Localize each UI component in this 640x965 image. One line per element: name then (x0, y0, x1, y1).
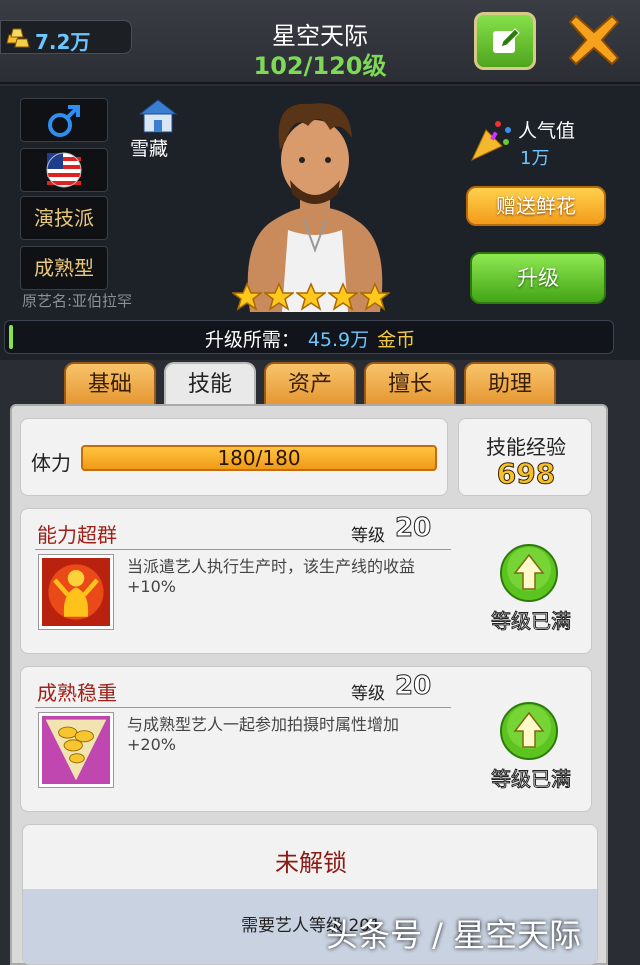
skill-name: 能力超群 (37, 523, 117, 547)
skill-card: 成熟稳重 等级 20 与成熟型艺人一起参加拍摄时属性增加+20% 等级已满 (20, 666, 592, 812)
stamina-value: 180/180 (217, 446, 301, 470)
shelved-icon[interactable] (136, 98, 180, 134)
acting-style-badge: 演技派 (20, 196, 108, 240)
stamina-bar: 180/180 (81, 445, 437, 471)
tab-assistant[interactable]: 助理 (464, 362, 556, 406)
tab-specialty[interactable]: 擅长 (364, 362, 456, 406)
star-icon (232, 282, 262, 311)
top-bar: 7.2万 星空天际 102/120级 (0, 0, 640, 84)
skill-exp-card: 技能经验 698 (458, 418, 592, 496)
upgrade-requirement-bar: 升级所需： 45.9万 金币 (4, 320, 614, 354)
stamina-card: 体力 180/180 (20, 418, 448, 496)
star-icon (328, 282, 358, 311)
tab-basic[interactable]: 基础 (64, 362, 156, 406)
skill-card: 能力超群 等级 20 当派遣艺人执行生产时，该生产线的收益+10% 等级已满 (20, 508, 592, 654)
level-up-arrow-icon[interactable] (499, 701, 559, 761)
edit-icon (493, 28, 520, 53)
skill-level-label: 等级 (351, 526, 385, 546)
stamina-label: 体力 (31, 451, 71, 475)
golden-figure-icon (39, 555, 113, 629)
shelved-label: 雪藏 (130, 138, 169, 160)
artist-profile: 演技派 成熟型 原艺名:亚伯拉罕 雪藏 人气值 1万 赠送鲜花 升级 升级所需：… (0, 86, 640, 360)
req-amount: 45.9万 (307, 329, 370, 351)
original-name: 原艺名:亚伯拉罕 (22, 292, 133, 310)
star-rating (232, 282, 392, 314)
watermark: 头条号 / 星空天际 (326, 916, 582, 954)
us-flag-icon (46, 152, 82, 188)
skills-panel: 体力 180/180 技能经验 698 能力超群 等级 20 当派遣艺人执行生产… (10, 404, 608, 965)
tab-skills[interactable]: 技能 (164, 362, 256, 408)
req-label: 升级所需： (204, 329, 300, 351)
skill-exp-value: 698 (496, 457, 556, 491)
skill-level: 20 (394, 671, 432, 702)
star-icon (264, 282, 294, 311)
star-icon (360, 282, 390, 311)
star-icon (296, 282, 326, 311)
gold-bars-icon (6, 28, 30, 48)
male-icon (48, 105, 80, 137)
upgrade-requirement-text: 升级所需： 45.9万 金币 (5, 325, 615, 352)
artist-level: 102/120级 (253, 52, 387, 80)
coin-counter: 7.2万 (0, 20, 132, 54)
req-unit: 金币 (377, 329, 416, 351)
skill-exp-label: 技能经验 (486, 435, 566, 459)
max-level-status: 等级已满 (491, 767, 572, 792)
gift-flowers-button[interactable]: 赠送鲜花 (466, 186, 606, 226)
max-level-status: 等级已满 (491, 609, 572, 634)
upgrade-button[interactable]: 升级 (470, 252, 606, 304)
close-icon[interactable] (566, 12, 622, 68)
coin-amount: 7.2万 (35, 30, 91, 54)
skill-level: 20 (394, 513, 432, 544)
popularity-label: 人气值 (518, 120, 576, 142)
divider (35, 549, 451, 550)
skill-description: 当派遣艺人执行生产时，该生产线的收益+10% (127, 557, 416, 596)
region-badge (20, 148, 108, 192)
skill-level-label: 等级 (351, 684, 385, 704)
popularity-value: 1万 (520, 148, 550, 169)
gender-badge (20, 98, 108, 142)
skill-name: 成熟稳重 (37, 681, 117, 705)
artist-type-badge: 成熟型 (20, 246, 108, 290)
locked-title: 未解锁 (275, 849, 347, 877)
level-up-arrow-icon[interactable] (499, 543, 559, 603)
tab-bar: 基础 技能 资产 擅长 助理 (64, 362, 556, 408)
divider (35, 707, 451, 708)
skill-description: 与成熟型艺人一起参加拍摄时属性增加+20% (127, 715, 400, 754)
party-popper-icon (470, 121, 511, 162)
artist-portrait (247, 103, 383, 312)
gold-coins-icon (39, 713, 113, 787)
tab-assets[interactable]: 资产 (264, 362, 356, 406)
edit-button[interactable] (474, 12, 536, 70)
